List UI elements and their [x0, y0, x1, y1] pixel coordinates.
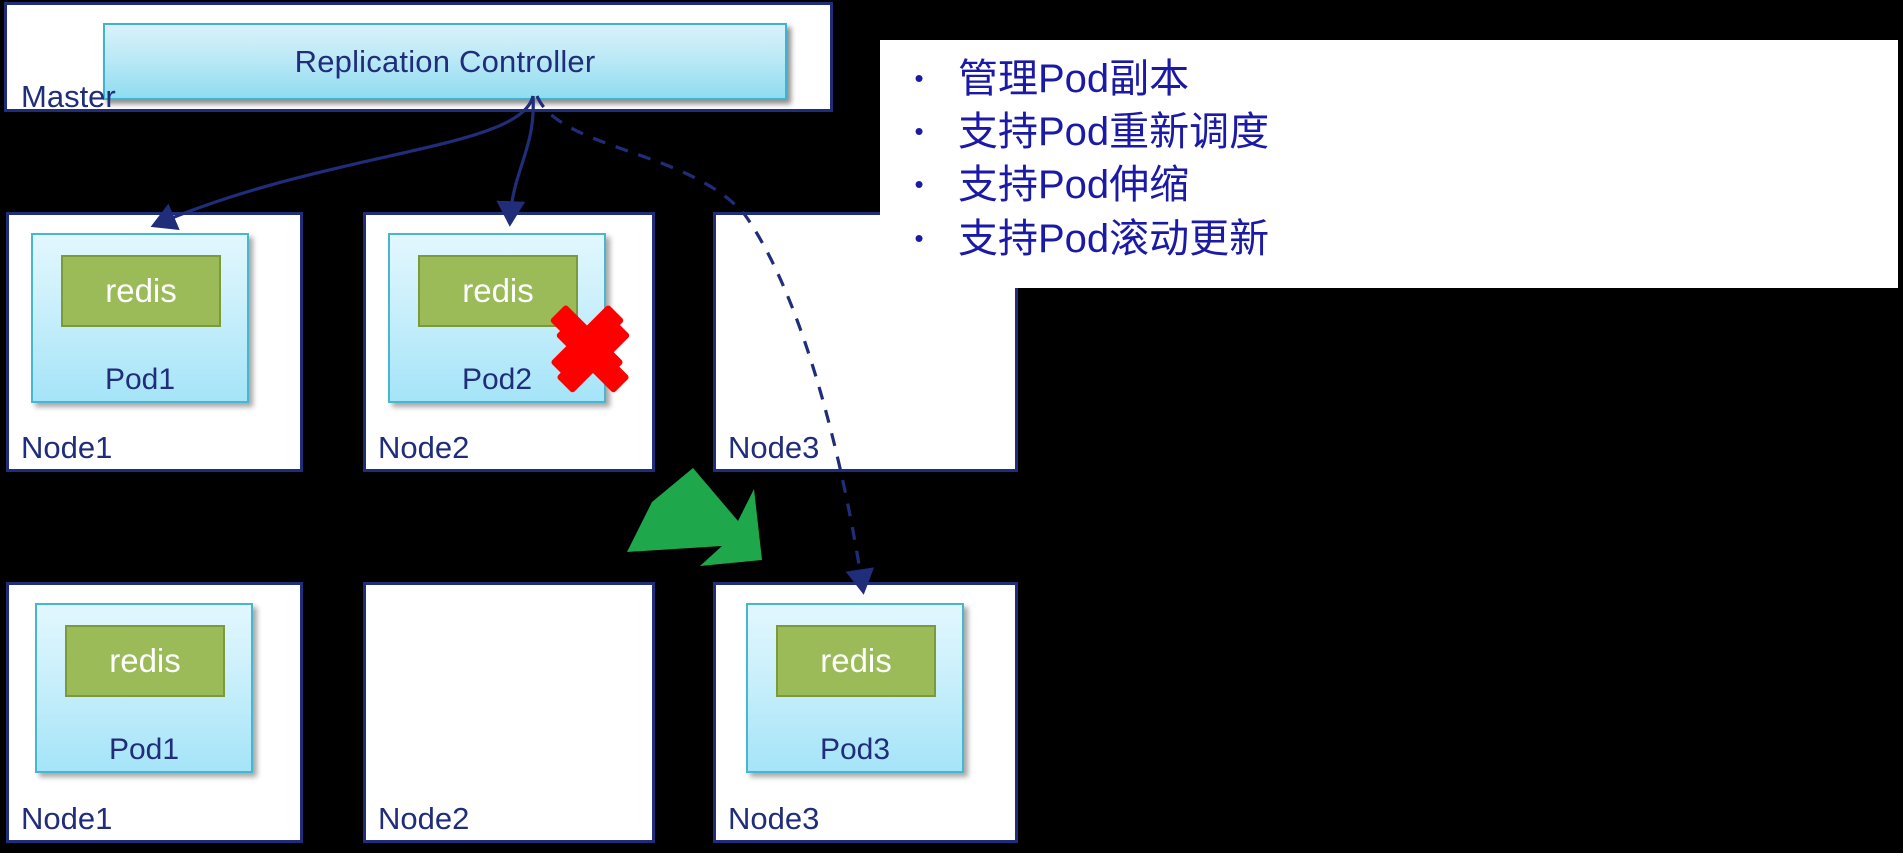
container-box-row2-pod3: redis	[776, 625, 936, 697]
node-box-row2-node2: Node2	[363, 582, 655, 843]
notes-item-2: • 支持Pod伸缩	[880, 160, 1898, 213]
container-label: redis	[109, 642, 181, 679]
pod-label: Pod3	[819, 733, 891, 766]
bullet-icon: •	[914, 63, 924, 93]
pod-label: Pod2	[461, 363, 533, 396]
node-label: Node1	[21, 801, 113, 836]
notes-item-label: 管理Pod副本	[958, 57, 1190, 101]
green-down-arrow-icon	[627, 468, 762, 566]
node-label: Node3	[728, 430, 820, 465]
notes-item-label: 支持Pod伸缩	[958, 163, 1190, 208]
bullet-icon: •	[914, 222, 924, 253]
node-label: Node3	[728, 801, 820, 836]
pod-box-row1-pod2[interactable]: redis Pod2	[388, 233, 606, 403]
notes-item-label: 支持Pod重新调度	[958, 110, 1270, 155]
master-label: Master	[21, 79, 116, 114]
pod-box-row1-pod1[interactable]: redis Pod1	[31, 233, 249, 403]
container-box-row1-pod2: redis	[418, 255, 578, 327]
notes-item-1: • 支持Pod重新调度	[880, 107, 1898, 160]
node-label: Node2	[378, 430, 470, 465]
replication-controller-box[interactable]: Replication Controller	[103, 23, 787, 100]
node-label: Node2	[378, 801, 470, 836]
container-box-row2-pod1: redis	[65, 625, 225, 697]
container-label: redis	[105, 272, 177, 309]
bullet-icon: •	[914, 169, 924, 200]
master-box: Replication Controller Master	[4, 2, 833, 114]
node-box-row2-node1: redis Pod1 Node1	[6, 582, 303, 843]
pod-label: Pod1	[108, 733, 180, 766]
container-label: redis	[820, 642, 892, 679]
diagram-canvas: Replication Controller Master redis Pod1…	[0, 0, 1903, 853]
pod-label: Pod1	[104, 363, 176, 396]
container-box-row1-pod1: redis	[61, 255, 221, 327]
node-box-row2-node3: redis Pod3 Node3	[713, 582, 1018, 843]
notes-item-0: • 管理Pod副本	[880, 54, 1898, 107]
bullet-icon: •	[914, 116, 924, 147]
pod-box-row2-pod3[interactable]: redis Pod3	[746, 603, 964, 773]
notes-item-3: • 支持Pod滚动更新	[880, 214, 1898, 267]
container-label: redis	[462, 272, 534, 309]
edge-rc-to-pod2	[496, 95, 535, 227]
notes-panel: • 管理Pod副本 • 支持Pod重新调度 • 支持Pod伸缩 • 支持Pod滚…	[880, 40, 1898, 288]
node-box-row1-node1: redis Pod1 Node1	[6, 212, 303, 472]
replication-controller-label: Replication Controller	[294, 43, 596, 79]
node-box-row1-node2: redis Pod2 Node2	[363, 212, 655, 472]
pod-box-row2-pod1[interactable]: redis Pod1	[35, 603, 253, 773]
edge-rc-to-pod1	[150, 95, 535, 231]
node-label: Node1	[21, 430, 113, 465]
notes-list: • 管理Pod副本 • 支持Pod重新调度 • 支持Pod伸缩 • 支持Pod滚…	[880, 40, 1898, 267]
notes-item-label: 支持Pod滚动更新	[958, 216, 1270, 261]
